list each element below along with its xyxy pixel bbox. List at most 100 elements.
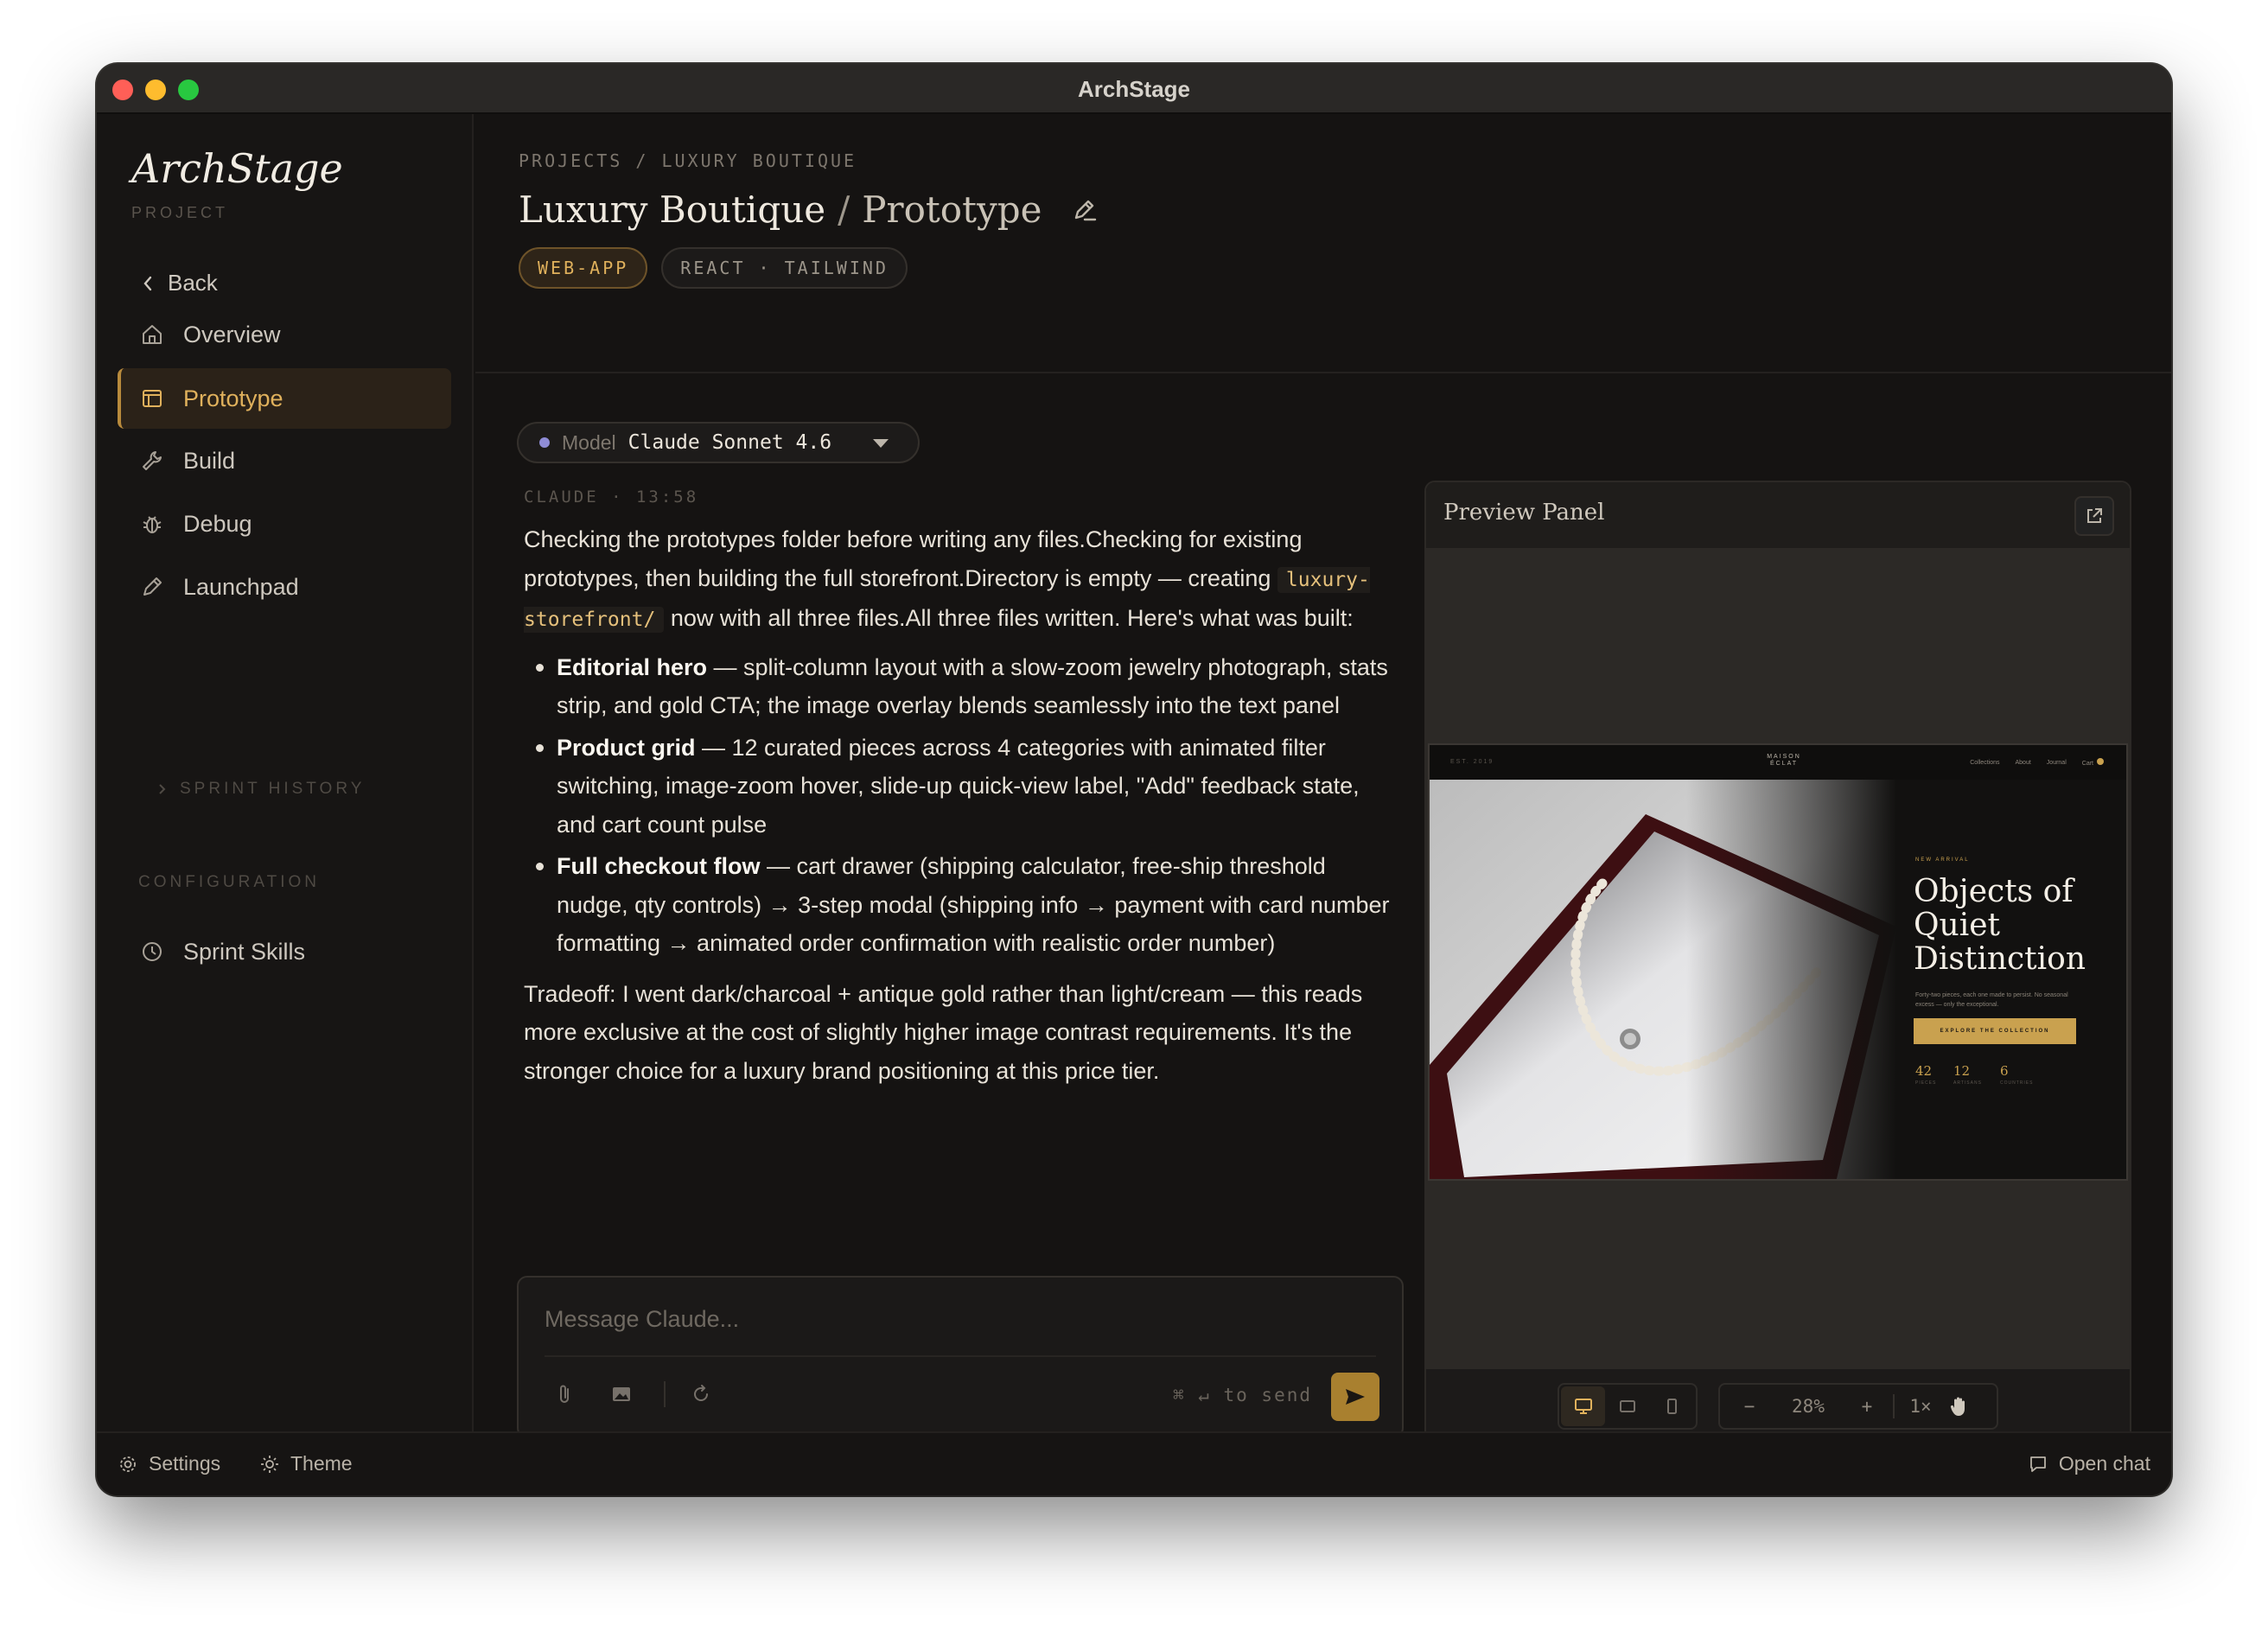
composer-divider	[545, 1355, 1376, 1357]
chevron-left-icon	[143, 276, 152, 290]
theme-label: Theme	[290, 1452, 353, 1475]
wrench-icon	[143, 451, 162, 470]
model-label: Model	[562, 430, 616, 454]
refresh-icon[interactable]	[688, 1381, 714, 1407]
edit-icon[interactable]	[1071, 195, 1100, 225]
tag-list: WEB-APP REACT · TAILWIND	[519, 247, 908, 289]
site-nav-cart: Cart	[2082, 758, 2104, 767]
assistant-message: Checking the prototypes folder before wr…	[524, 520, 1397, 1099]
page-subtitle: Prototype	[862, 188, 1042, 231]
app-logo: ArchStage	[131, 145, 343, 192]
zoom-out-button[interactable]: −	[1727, 1386, 1772, 1426]
tag-web-app: WEB-APP	[519, 247, 648, 289]
stat-label: ARTISANS	[1953, 1080, 1982, 1086]
site-nav-link: Journal	[2046, 759, 2067, 766]
hero-eyebrow: NEW ARRIVAL	[1915, 857, 1970, 863]
settings-button[interactable]: Settings	[118, 1452, 220, 1475]
list-item: Product grid — 12 curated pieces across …	[524, 729, 1397, 844]
site-nav-link: Cart	[2081, 761, 2093, 767]
stat-label: COUNTRIES	[2000, 1080, 2034, 1086]
sidebar: ArchStage PROJECT Back Overview Prototyp…	[97, 114, 474, 1431]
device-toggle-group	[1558, 1383, 1698, 1430]
site-hero-copy: NEW ARRIVAL Objects of Quiet Distinction…	[1914, 780, 2126, 1179]
header-divider	[475, 372, 2171, 373]
chevron-right-icon	[159, 784, 166, 794]
desktop-icon	[1574, 1399, 1592, 1414]
paperclip-icon[interactable]	[551, 1381, 577, 1407]
composer-separator	[664, 1381, 666, 1407]
sidebar-item-prototype[interactable]: Prototype	[118, 368, 451, 429]
sidebar-item-label: Prototype	[183, 385, 284, 411]
hand-icon	[1950, 1397, 1965, 1416]
model-value: Claude Sonnet 4.6	[628, 431, 832, 454]
sidebar-item-debug[interactable]: Debug	[118, 494, 451, 554]
image-icon[interactable]	[608, 1381, 634, 1407]
send-button[interactable]	[1331, 1373, 1379, 1421]
site-brand: MAISON ÉCLAT	[1758, 754, 1810, 768]
zoom-controls: − 28% + 1×	[1718, 1383, 1998, 1430]
mobile-view-button[interactable]	[1650, 1386, 1694, 1426]
app-window: ArchStage ArchStage PROJECT Back Overvie…	[97, 64, 2171, 1495]
sidebar-item-launchpad[interactable]: Launchpad	[118, 557, 451, 617]
sidebar-item-overview[interactable]: Overview	[118, 304, 451, 365]
stat-value: 42	[1915, 1063, 1933, 1079]
sidebar-item-build[interactable]: Build	[118, 430, 451, 491]
external-link-icon	[2087, 508, 2102, 523]
sidebar-item-sprint-skills[interactable]: Sprint Skills	[118, 921, 451, 982]
preview-canvas[interactable]: EST. 2019 MAISON ÉCLAT Collections About…	[1426, 548, 2130, 1369]
breadcrumb: PROJECTS / LUXURY BOUTIQUE	[519, 150, 857, 171]
open-chat-button[interactable]: Open chat	[2028, 1452, 2150, 1475]
hero-cta-button: EXPLORE THE COLLECTION	[1914, 1018, 2076, 1044]
desktop-view-button[interactable]	[1561, 1386, 1606, 1426]
model-status-dot	[539, 437, 550, 448]
send-hint: ⌘ ↵ to send	[1172, 1385, 1312, 1405]
site-est: EST. 2019	[1450, 759, 1494, 765]
list-item-title: Full checkout flow	[557, 853, 761, 879]
mobile-icon	[1667, 1399, 1678, 1414]
site-preview-frame[interactable]: EST. 2019 MAISON ÉCLAT Collections About…	[1428, 743, 2128, 1181]
intro-text: Checking the prototypes folder before wr…	[524, 526, 1303, 591]
bug-icon	[143, 516, 162, 533]
send-icon	[1346, 1389, 1365, 1405]
sun-icon	[261, 1455, 278, 1473]
theme-button[interactable]: Theme	[259, 1452, 353, 1475]
sidebar-item-label: Launchpad	[183, 573, 299, 600]
pan-tool-button[interactable]	[1943, 1386, 1974, 1426]
back-button[interactable]: Back	[142, 270, 218, 296]
sidebar-item-label: Sprint Skills	[183, 938, 306, 965]
pencil-icon	[143, 577, 162, 596]
site-nav-links: Collections About Journal Cart	[1970, 758, 2104, 767]
hero-jewelry-photo	[1430, 780, 1896, 1179]
open-external-button[interactable]	[2074, 496, 2114, 536]
window-title: ArchStage	[1077, 76, 1191, 102]
gear-icon	[120, 1456, 136, 1472]
open-chat-label: Open chat	[2058, 1452, 2150, 1475]
zoom-level: 28%	[1792, 1396, 1825, 1417]
site-nav-link: About	[2015, 759, 2031, 766]
scale-button[interactable]: 1×	[1898, 1386, 1943, 1426]
hero-subtitle: Forty-two pieces, each one made to persi…	[1915, 992, 2068, 1008]
clock-icon	[143, 942, 162, 961]
sprint-history-label: SPRINT HISTORY	[180, 780, 366, 798]
message-input[interactable]	[545, 1302, 1374, 1336]
zoom-separator	[1893, 1394, 1895, 1418]
title-separator: /	[838, 188, 850, 231]
zoom-in-button[interactable]: +	[1844, 1386, 1889, 1426]
stat-value: 6	[2000, 1063, 2009, 1079]
message-composer: ⌘ ↵ to send	[517, 1276, 1404, 1438]
footer-bar: Settings Theme Open chat	[97, 1431, 2171, 1495]
site-brand-line2: ÉCLAT	[1769, 761, 1799, 767]
configuration-label: CONFIGURATION	[138, 873, 320, 891]
tablet-view-button[interactable]	[1605, 1386, 1649, 1426]
sprint-history-toggle[interactable]: SPRINT HISTORY	[157, 780, 365, 799]
preview-header: Preview Panel	[1426, 482, 2130, 548]
sidebar-item-label: Build	[183, 447, 236, 474]
list-item-title: Editorial hero	[557, 653, 708, 680]
sidebar-item-label: Debug	[183, 510, 252, 537]
stat-label: PIECES	[1915, 1080, 1937, 1086]
model-selector[interactable]: Model Claude Sonnet 4.6	[517, 422, 920, 463]
list-item-title: Product grid	[557, 734, 696, 761]
title-bar: ArchStage	[97, 64, 2171, 114]
message-tradeoff: Tradeoff: I went dark/charcoal + antique…	[524, 980, 1363, 1084]
home-icon	[143, 325, 162, 344]
